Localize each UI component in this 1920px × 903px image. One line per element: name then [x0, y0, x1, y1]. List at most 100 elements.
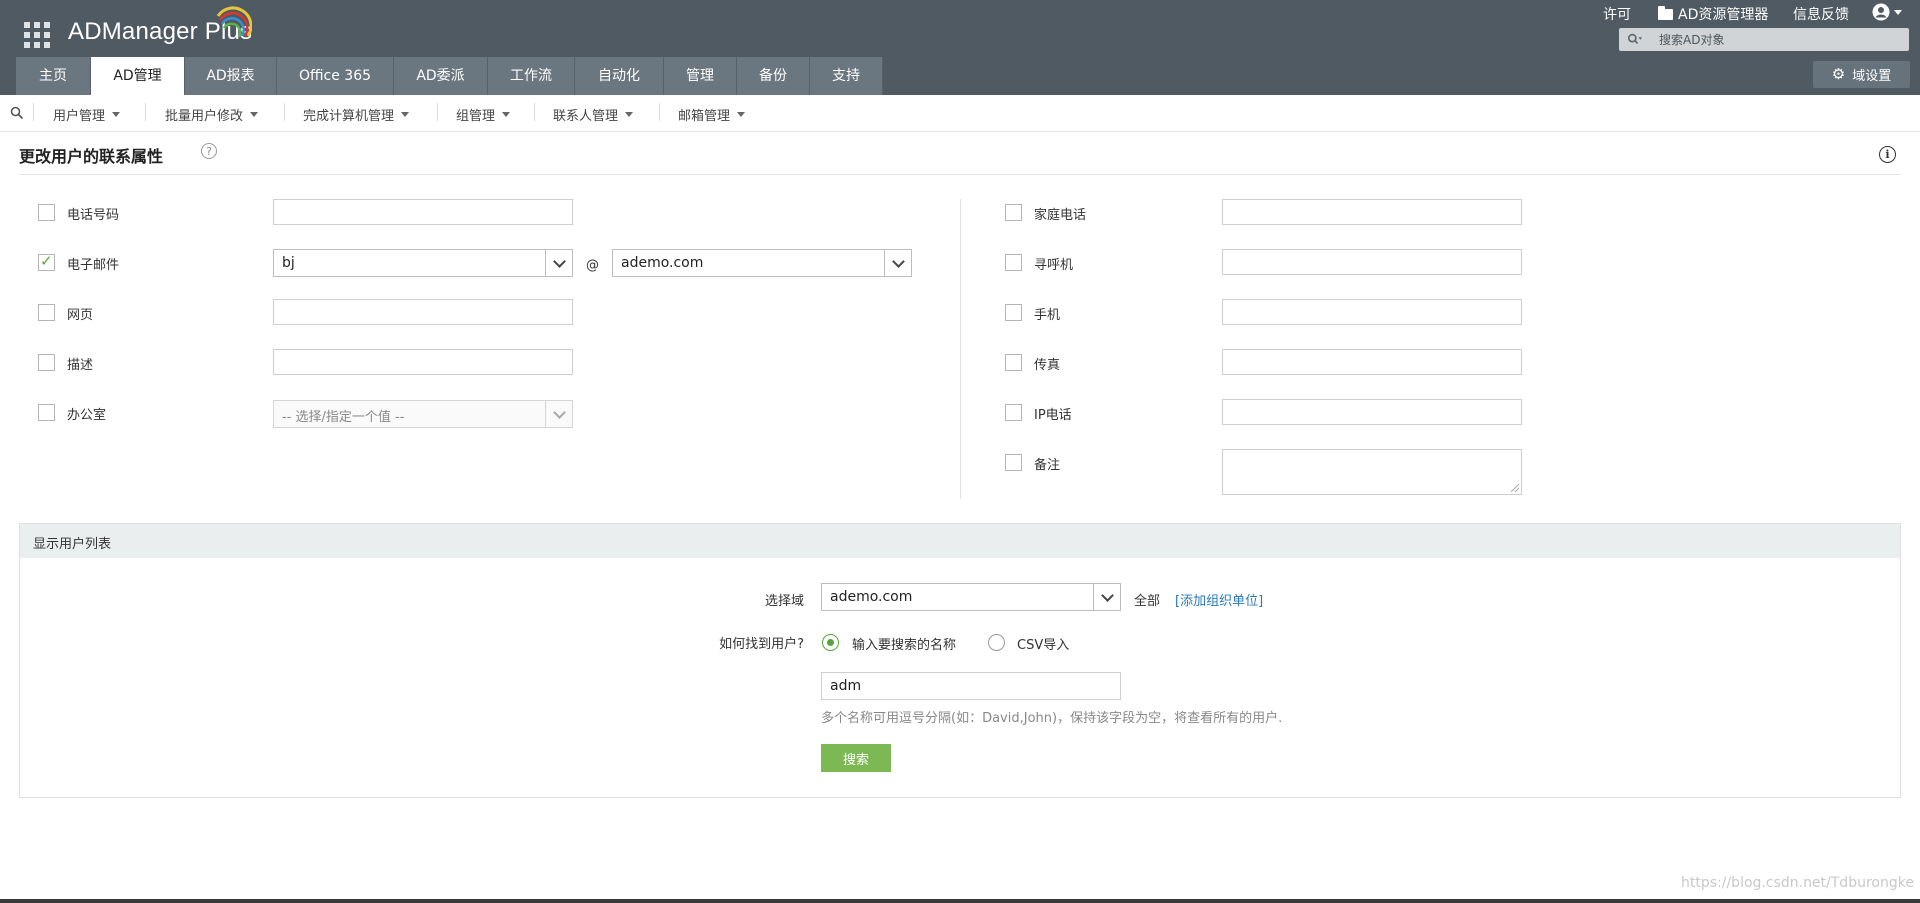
- page-title: 更改用户的联系属性: [19, 147, 164, 166]
- email-domain-select[interactable]: ademo.com: [612, 249, 912, 277]
- phone-label: 电话号码: [67, 208, 120, 223]
- panel-header: 显示用户列表: [20, 524, 1900, 558]
- at-sign: @: [586, 258, 599, 273]
- dropdown-button[interactable]: [545, 401, 572, 427]
- webpage-checkbox[interactable]: [38, 304, 55, 321]
- gear-icon: ⚙: [1831, 65, 1846, 83]
- chevron-down-icon: [502, 112, 511, 117]
- tab-office365[interactable]: Office 365: [277, 57, 394, 95]
- search-button[interactable]: 搜索: [821, 744, 891, 772]
- mobile-input[interactable]: [1222, 299, 1522, 325]
- chevron-down-icon: [891, 254, 905, 268]
- description-input[interactable]: [273, 349, 573, 375]
- email-user-select[interactable]: bj: [273, 249, 573, 277]
- chevron-down-icon: [552, 254, 566, 268]
- ip-phone-input[interactable]: [1222, 399, 1522, 425]
- domain-select[interactable]: ademo.com: [821, 583, 1121, 611]
- divider: [284, 103, 285, 121]
- fax-checkbox[interactable]: [1005, 354, 1022, 371]
- menu-computer-management[interactable]: 完成计算机管理: [303, 105, 410, 124]
- menu-mailbox-management[interactable]: 邮箱管理: [678, 105, 746, 124]
- office-label: 办公室: [67, 408, 107, 423]
- home-phone-input[interactable]: [1222, 199, 1522, 225]
- radio-csv-import[interactable]: [988, 634, 1005, 651]
- office-placeholder: -- 选择/指定一个值 --: [282, 410, 405, 425]
- ad-explorer-link[interactable]: AD资源管理器: [1658, 4, 1768, 24]
- panel-title: 显示用户列表: [33, 537, 112, 552]
- tab-backup[interactable]: 备份: [737, 57, 810, 95]
- radio-enter-names[interactable]: [822, 634, 839, 651]
- main-tabs: 主页 AD管理 AD报表 Office 365 AD委派 工作流 自动化 管理 …: [16, 57, 883, 95]
- divider: [534, 103, 535, 121]
- menu-label: 联系人管理: [553, 109, 619, 124]
- dropdown-button[interactable]: [884, 250, 911, 276]
- phone-checkbox[interactable]: [38, 204, 55, 221]
- tab-ad-delegation[interactable]: AD委派: [394, 57, 488, 95]
- chevron-down-icon: [1894, 9, 1902, 15]
- email-domain-value: ademo.com: [621, 255, 704, 271]
- pager-checkbox[interactable]: [1005, 254, 1022, 271]
- chevron-down-icon: [401, 112, 410, 117]
- dropdown-button[interactable]: [545, 250, 572, 276]
- divider: [659, 103, 660, 121]
- tab-admin[interactable]: 管理: [664, 57, 737, 95]
- domain-settings-button[interactable]: ⚙ 域设置: [1813, 61, 1910, 88]
- ad-object-search[interactable]: [1619, 28, 1909, 51]
- license-link[interactable]: 许可: [1603, 4, 1631, 24]
- tab-workflow[interactable]: 工作流: [488, 57, 575, 95]
- domain-value: ademo.com: [830, 589, 913, 605]
- search-icon[interactable]: [10, 106, 24, 120]
- mobile-label: 手机: [1034, 308, 1061, 323]
- ip-phone-checkbox[interactable]: [1005, 404, 1022, 421]
- webpage-label: 网页: [67, 308, 94, 323]
- resize-handle-icon[interactable]: [1511, 484, 1519, 492]
- tab-support[interactable]: 支持: [810, 57, 883, 95]
- chevron-down-icon: [552, 405, 566, 419]
- feedback-link[interactable]: 信息反馈: [1793, 4, 1849, 24]
- office-select[interactable]: -- 选择/指定一个值 --: [273, 400, 573, 428]
- search-input[interactable]: [1657, 29, 1906, 51]
- menu-bulk-user-modify[interactable]: 批量用户修改: [165, 105, 259, 124]
- phone-input[interactable]: [273, 199, 573, 225]
- tab-automation[interactable]: 自动化: [575, 57, 664, 95]
- pager-input[interactable]: [1222, 249, 1522, 275]
- email-checkbox[interactable]: [38, 252, 55, 271]
- menu-contact-management[interactable]: 联系人管理: [553, 105, 634, 124]
- mobile-checkbox[interactable]: [1005, 304, 1022, 321]
- find-user-label: 如何找到用户?: [719, 637, 804, 652]
- user-menu[interactable]: [1872, 2, 1902, 22]
- tab-home[interactable]: 主页: [16, 57, 91, 95]
- all-label: 全部: [1134, 594, 1161, 609]
- chevron-down-icon: [625, 112, 634, 117]
- help-icon[interactable]: ?: [201, 143, 217, 159]
- divider: [33, 103, 34, 121]
- sub-menu-bar: 用户管理 批量用户修改 完成计算机管理 组管理 联系人管理 邮箱管理: [0, 95, 1920, 132]
- divider: [19, 174, 1901, 175]
- app-grid-icon[interactable]: [24, 22, 50, 48]
- top-header: ADManager Plus 许可 AD资源管理器 信息反馈 主页 AD管理 A…: [0, 0, 1920, 95]
- user-name-search-input[interactable]: adm: [821, 672, 1121, 700]
- email-user-value: bj: [282, 255, 295, 271]
- webpage-input[interactable]: [273, 299, 573, 325]
- add-ou-link[interactable]: [添加组织单位]: [1175, 590, 1263, 609]
- email-label: 电子邮件: [67, 258, 120, 273]
- description-label: 描述: [67, 358, 94, 373]
- tab-ad-management[interactable]: AD管理: [91, 57, 185, 95]
- office-checkbox[interactable]: [38, 404, 55, 421]
- menu-group-management[interactable]: 组管理: [456, 105, 511, 124]
- menu-label: 用户管理: [53, 109, 106, 124]
- notes-checkbox[interactable]: [1005, 454, 1022, 471]
- notes-textarea[interactable]: [1222, 449, 1522, 495]
- info-icon[interactable]: i: [1879, 146, 1896, 163]
- description-checkbox[interactable]: [38, 354, 55, 371]
- pager-label: 寻呼机: [1034, 258, 1074, 273]
- menu-user-management[interactable]: 用户管理: [53, 105, 121, 124]
- dropdown-button[interactable]: [1093, 584, 1120, 610]
- home-phone-checkbox[interactable]: [1005, 204, 1022, 221]
- home-phone-label: 家庭电话: [1034, 208, 1087, 223]
- fax-input[interactable]: [1222, 349, 1522, 375]
- domain-settings-label: 域设置: [1852, 69, 1892, 84]
- notes-label: 备注: [1034, 458, 1061, 473]
- chevron-down-icon: [737, 112, 746, 117]
- tab-ad-reports[interactable]: AD报表: [185, 57, 277, 95]
